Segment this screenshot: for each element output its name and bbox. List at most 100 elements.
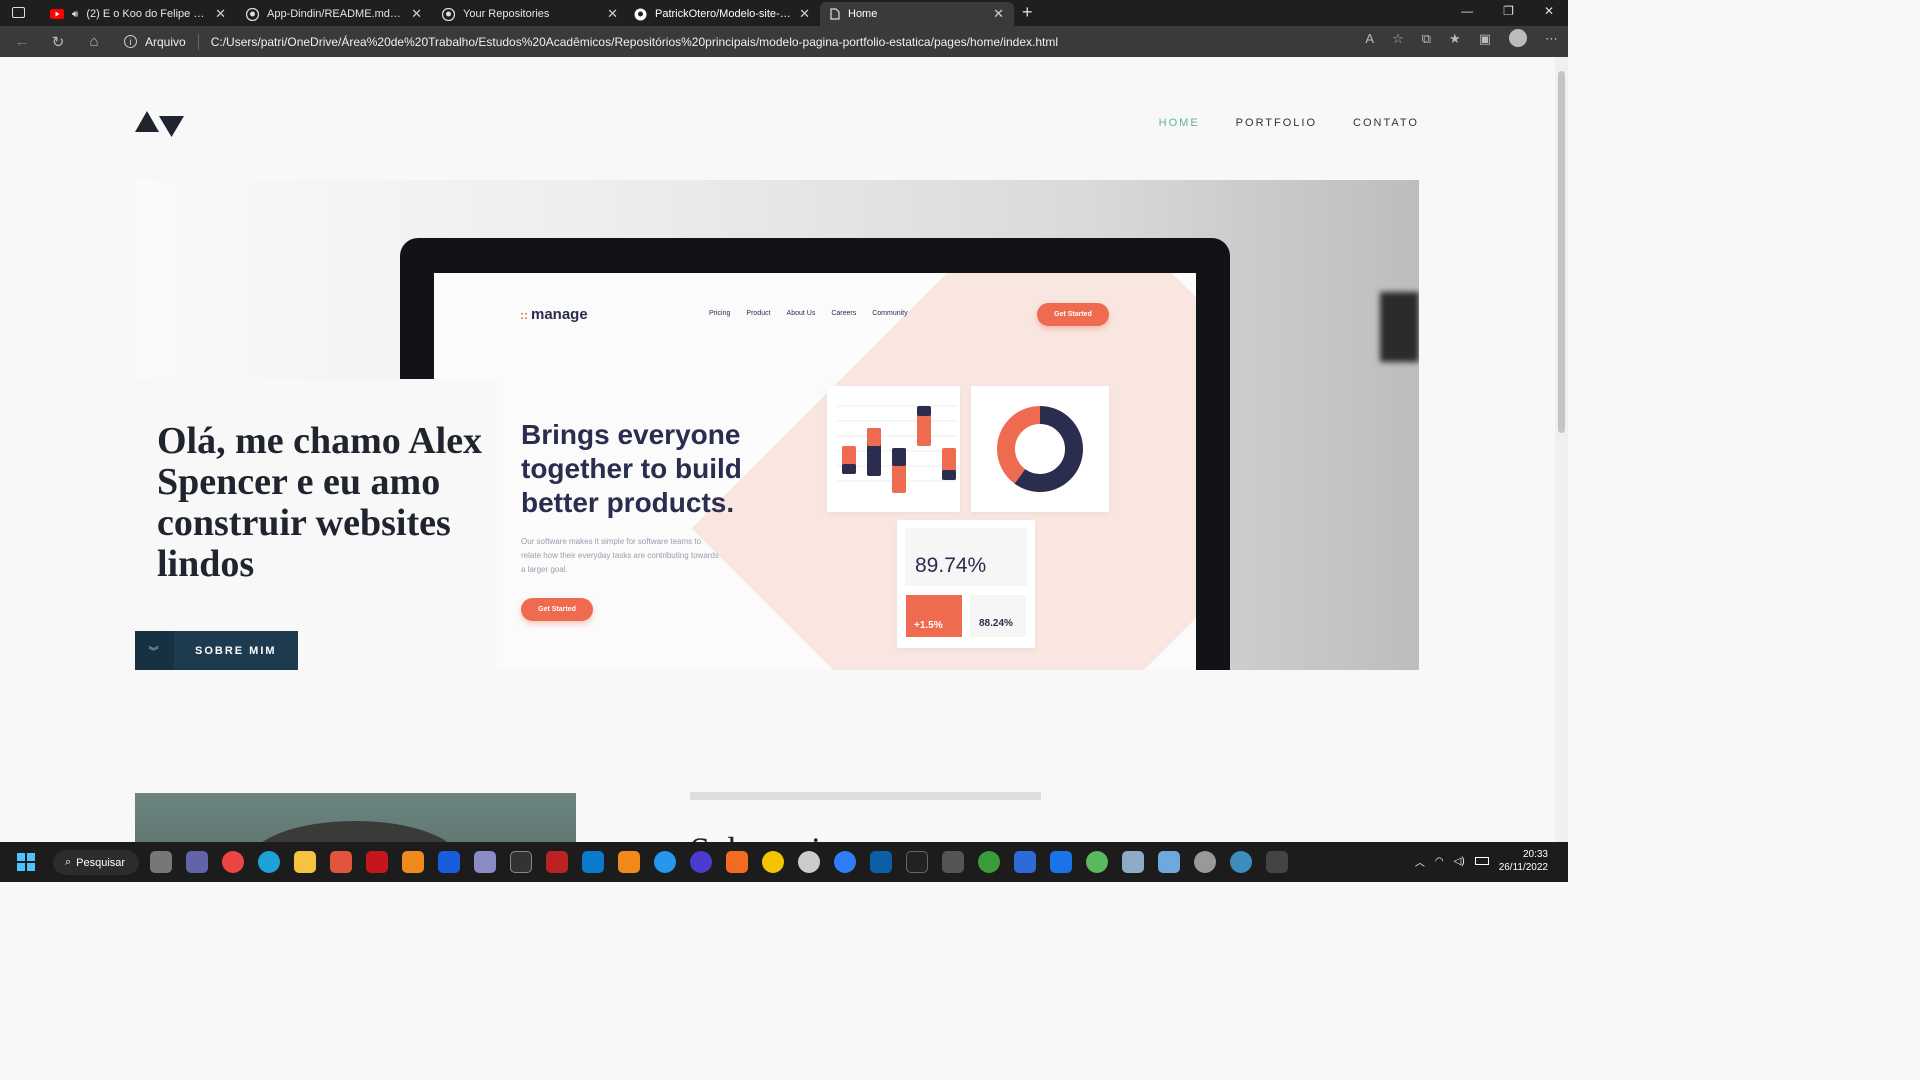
refresh-icon[interactable]: ↻ — [44, 33, 72, 51]
edge-icon[interactable] — [258, 851, 280, 873]
collections-icon[interactable]: ▣ — [1479, 31, 1491, 47]
chevron-up-icon[interactable]: ︿ — [1415, 854, 1425, 869]
mockup-top-button: Get Started — [1037, 303, 1109, 326]
clock[interactable]: 20:33 26/11/2022 — [1499, 848, 1548, 874]
profile-avatar[interactable] — [1509, 29, 1527, 47]
app-icon[interactable] — [942, 851, 964, 873]
app-icon[interactable] — [762, 851, 784, 873]
app-icon[interactable] — [726, 851, 748, 873]
stats-card: 89.74% +1.5% 88.24% — [897, 520, 1035, 648]
minimize-icon[interactable]: — — [1461, 4, 1473, 18]
chrome-icon[interactable] — [222, 851, 244, 873]
app-icon[interactable] — [1014, 851, 1036, 873]
info-icon[interactable]: i — [124, 35, 137, 48]
page-icon — [830, 8, 840, 20]
page-scrollbar[interactable] — [1555, 57, 1568, 842]
section-heading: Sobre mim — [690, 829, 849, 842]
mockup-nav-careers: Careers — [831, 310, 857, 317]
home-icon[interactable]: ⌂ — [80, 33, 108, 50]
nav-home[interactable]: HOME — [1159, 117, 1200, 129]
terminal-icon[interactable] — [510, 851, 532, 873]
app-icon[interactable] — [330, 851, 352, 873]
tab-actions-icon[interactable] — [12, 7, 25, 18]
toolbar-icons: A ☆ ⧉ ★ ▣ ⋯ — [1365, 29, 1558, 47]
app-icon[interactable] — [1122, 851, 1144, 873]
acrobat-icon[interactable] — [366, 851, 388, 873]
close-tab-icon[interactable]: ✕ — [993, 6, 1004, 22]
url-box[interactable]: i Arquivo C:/Users/patri/OneDrive/Área%2… — [124, 29, 1308, 54]
sublime-icon[interactable] — [618, 851, 640, 873]
tab-youtube[interactable]: 🔊︎ (2) E o Koo do Felipe Neto? ✕ — [40, 2, 236, 26]
volume-icon[interactable]: ◁) — [1454, 856, 1465, 867]
more-icon[interactable]: ⋯ — [1545, 31, 1558, 47]
url-text[interactable]: C:/Users/patri/OneDrive/Área%20de%20Trab… — [211, 35, 1058, 49]
app-icon[interactable] — [798, 851, 820, 873]
bitwarden-icon[interactable] — [438, 851, 460, 873]
app-icon[interactable] — [690, 851, 712, 873]
vlc-icon[interactable] — [402, 851, 424, 873]
read-aloud-icon[interactable]: A — [1365, 31, 1374, 47]
search-icon: ⌕ — [65, 856, 72, 868]
close-tab-icon[interactable]: ✕ — [799, 6, 810, 22]
wifi-icon[interactable]: ◠ — [1435, 856, 1444, 867]
mockup-nav: Pricing Product About Us Careers Communi… — [709, 310, 908, 317]
donut-chart — [997, 406, 1083, 492]
tab-home[interactable]: Home ✕ — [820, 2, 1014, 26]
mockup-nav-product: Product — [746, 310, 771, 317]
mockup-nav-about: About Us — [786, 310, 816, 317]
app-icon[interactable] — [870, 851, 892, 873]
tab-repositories[interactable]: Your Repositories ✕ — [432, 2, 628, 26]
sobre-mim-label: SOBRE MIM — [195, 644, 277, 657]
docker-icon[interactable] — [654, 851, 676, 873]
extensions-icon[interactable]: ⧉ — [1422, 31, 1431, 47]
taskbar-apps — [150, 851, 1288, 873]
favorite-add-icon[interactable]: ☆ — [1392, 31, 1404, 47]
app-icon[interactable] — [1050, 851, 1072, 873]
mockup-logo: :: manage — [520, 306, 588, 323]
app-icon[interactable] — [1230, 851, 1252, 873]
photo-head-shape — [250, 821, 460, 842]
tab-readme[interactable]: App-Dindin/README.md at mai ✕ — [236, 2, 432, 26]
taskbar-search-label: Pesquisar — [76, 856, 126, 869]
task-view-icon[interactable] — [150, 851, 172, 873]
close-window-icon[interactable]: ✕ — [1544, 4, 1554, 18]
section-divider — [690, 792, 1041, 800]
app-icon[interactable] — [834, 851, 856, 873]
nav-portfolio[interactable]: PORTFOLIO — [1236, 117, 1317, 129]
app-icon[interactable] — [1158, 851, 1180, 873]
app-icon[interactable] — [474, 851, 496, 873]
site-logo[interactable] — [135, 111, 185, 137]
mockup-headline: Brings everyone together to build better… — [521, 419, 742, 518]
tab-modelo-site[interactable]: PatrickOtero/Modelo-site-portfo ✕ — [624, 2, 820, 26]
close-tab-icon[interactable]: ✕ — [411, 6, 422, 22]
app-icon[interactable] — [978, 851, 1000, 873]
clock-date: 26/11/2022 — [1498, 862, 1548, 873]
nav-contato[interactable]: CONTATO — [1353, 117, 1419, 129]
app-icon[interactable] — [1086, 851, 1108, 873]
scrollbar-thumb[interactable] — [1558, 71, 1565, 433]
browser-tab-bar: 🔊︎ (2) E o Koo do Felipe Neto? ✕ App-Din… — [0, 0, 1568, 26]
terminal-icon[interactable] — [1266, 851, 1288, 873]
security-label[interactable]: Arquivo — [145, 35, 186, 49]
speaker-icon[interactable]: 🔊︎ — [72, 9, 78, 20]
devcpp-icon[interactable] — [546, 851, 568, 873]
close-tab-icon[interactable]: ✕ — [215, 6, 226, 22]
teams-icon[interactable] — [186, 851, 208, 873]
close-tab-icon[interactable]: ✕ — [607, 6, 618, 22]
restore-icon[interactable]: ❐ — [1503, 4, 1514, 18]
battery-icon[interactable] — [1474, 857, 1489, 865]
tab-title: App-Dindin/README.md at mai — [267, 8, 403, 20]
app-icon[interactable] — [906, 851, 928, 873]
file-explorer-icon[interactable] — [294, 851, 316, 873]
taskbar-search[interactable]: ⌕ Pesquisar — [53, 850, 139, 875]
vscode-icon[interactable] — [582, 851, 604, 873]
back-icon[interactable]: ← — [8, 33, 36, 50]
stat-big-value: 89.74% — [915, 554, 987, 577]
windows-start-icon[interactable] — [17, 853, 35, 871]
tab-title: PatrickOtero/Modelo-site-portfo — [655, 8, 792, 20]
sobre-mim-button[interactable]: ︾ SOBRE MIM — [135, 631, 298, 670]
new-tab-icon[interactable]: + — [1022, 2, 1033, 23]
app-icon[interactable] — [1194, 851, 1216, 873]
profile-photo — [135, 793, 576, 842]
favorites-icon[interactable]: ★ — [1449, 31, 1461, 47]
